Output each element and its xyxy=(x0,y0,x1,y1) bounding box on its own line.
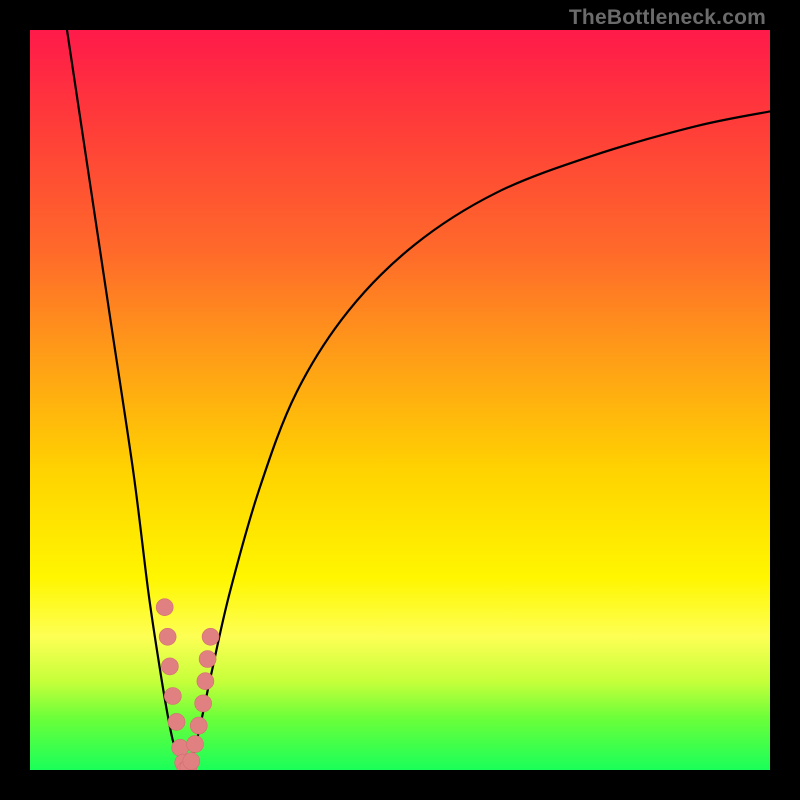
valley-marker xyxy=(202,628,219,645)
valley-marker xyxy=(161,658,178,675)
valley-marker xyxy=(190,717,207,734)
plot-area xyxy=(30,30,770,770)
valley-marker xyxy=(156,599,173,616)
chart-frame: TheBottleneck.com xyxy=(0,0,800,800)
watermark-text: TheBottleneck.com xyxy=(569,6,766,30)
valley-marker xyxy=(197,673,214,690)
valley-marker xyxy=(187,736,204,753)
valley-marker xyxy=(183,753,200,770)
right-branch-curve xyxy=(185,111,770,770)
valley-markers xyxy=(156,599,219,770)
valley-marker xyxy=(168,713,185,730)
valley-marker xyxy=(172,739,189,756)
valley-marker xyxy=(159,628,176,645)
valley-marker xyxy=(195,695,212,712)
valley-marker xyxy=(199,651,216,668)
valley-marker xyxy=(164,688,181,705)
curve-layer xyxy=(30,30,770,770)
